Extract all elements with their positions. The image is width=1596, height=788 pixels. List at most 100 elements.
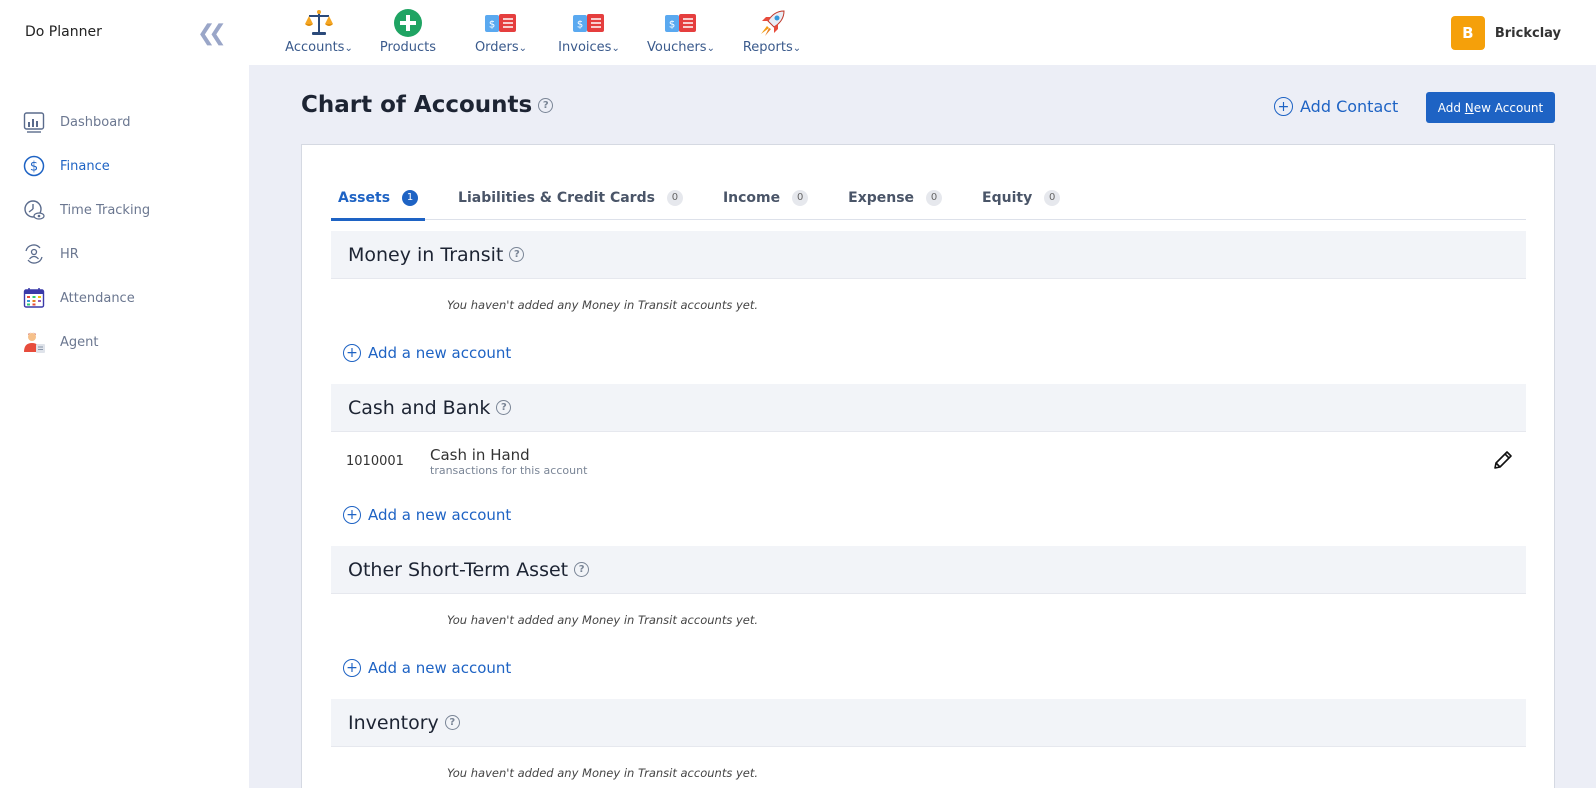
- account-name: Cash in Hand: [430, 445, 530, 464]
- section-title: Inventory: [348, 711, 439, 734]
- sidebar-item-label: Time Tracking: [60, 202, 151, 218]
- scales-icon: [303, 8, 335, 38]
- topnav-accounts[interactable]: Accounts⌄: [279, 0, 359, 65]
- account-subtext: transactions for this account: [430, 463, 588, 477]
- app-title: Do Planner: [25, 24, 102, 40]
- accounts-card: Assets 1 Liabilities & Credit Cards 0 In…: [301, 144, 1555, 788]
- chevron-down-icon: ⌄: [344, 43, 353, 54]
- add-account-link[interactable]: + Add a new account: [343, 344, 1526, 362]
- account-tabs: Assets 1 Liabilities & Credit Cards 0 In…: [331, 175, 1526, 221]
- section-title: Money in Transit: [348, 243, 504, 266]
- tab-assets[interactable]: Assets 1: [331, 175, 426, 221]
- agent-person-icon: [22, 330, 46, 354]
- section-money-in-transit: Money in Transit ? You haven't added any…: [331, 231, 1526, 362]
- account-info: Cash in Hand transactions for this accou…: [430, 446, 587, 477]
- topnav-label: Reports: [742, 40, 793, 55]
- tab-label: Income: [722, 189, 781, 206]
- sidebar-item-label: Finance: [60, 158, 110, 174]
- count-badge: 0: [792, 189, 809, 206]
- dashboard-chart-icon: [22, 110, 46, 134]
- topnav-invoices[interactable]: $ Invoices⌄: [545, 0, 633, 65]
- add-account-label: Add a new account: [368, 344, 512, 362]
- avatar: B: [1450, 16, 1485, 50]
- add-account-label: Add a new account: [368, 506, 512, 524]
- user-name: Brickclay: [1494, 25, 1561, 41]
- plus-circle-icon: +: [343, 659, 361, 677]
- rocket-icon: [756, 8, 788, 38]
- section-header: Cash and Bank ?: [331, 384, 1526, 432]
- sidebar: Do Planner ❮❮ Dashboard $ Finance Time T…: [0, 0, 249, 788]
- plus-circle-icon: +: [343, 506, 361, 524]
- account-row[interactable]: 1010001 Cash in Hand transactions for th…: [331, 432, 1526, 490]
- sidebar-item-agent[interactable]: Agent: [22, 320, 150, 364]
- receipt-icon: $: [665, 8, 697, 38]
- svg-text:$: $: [489, 20, 495, 31]
- empty-message: You haven't added any Money in Transit a…: [447, 613, 759, 627]
- add-contact-button[interactable]: + Add Contact: [1274, 97, 1398, 116]
- sidebar-item-time-tracking[interactable]: Time Tracking: [22, 188, 150, 232]
- section-header: Inventory ?: [331, 699, 1526, 747]
- top-nav: Accounts⌄ Products $ Orders⌄ $ Invoices⌄…: [279, 0, 815, 65]
- sidebar-item-label: HR: [60, 246, 79, 262]
- account-code: 1010001: [346, 453, 404, 469]
- help-icon[interactable]: ?: [574, 562, 590, 577]
- sidebar-item-hr[interactable]: HR: [22, 232, 150, 276]
- tab-label: Liabilities & Credit Cards: [458, 189, 655, 206]
- topnav-vouchers[interactable]: $ Vouchers⌄: [633, 0, 729, 65]
- sidebar-item-finance[interactable]: $ Finance: [22, 144, 150, 188]
- topnav-orders[interactable]: $ Orders⌄: [457, 0, 545, 65]
- sidebar-item-dashboard[interactable]: Dashboard: [22, 100, 150, 144]
- chevron-down-icon: ⌄: [792, 43, 802, 54]
- svg-text:$: $: [669, 20, 675, 31]
- chevron-down-icon: ⌄: [611, 43, 620, 54]
- tab-expense[interactable]: Expense 0: [841, 175, 949, 220]
- help-icon[interactable]: ?: [444, 715, 460, 730]
- top-bar: Accounts⌄ Products $ Orders⌄ $ Invoices⌄…: [249, 0, 1596, 65]
- section-inventory: Inventory ? You haven't added any Money …: [331, 699, 1526, 780]
- tab-income[interactable]: Income 0: [716, 175, 815, 220]
- receipt-icon: $: [573, 8, 605, 38]
- add-contact-label: Add Contact: [1300, 97, 1399, 116]
- section-header: Money in Transit ?: [331, 231, 1526, 279]
- user-menu[interactable]: B Brickclay: [1450, 16, 1561, 50]
- chevron-down-icon: ⌄: [706, 43, 715, 54]
- help-icon[interactable]: ?: [496, 400, 512, 415]
- topnav-products[interactable]: Products: [359, 0, 457, 65]
- topnav-reports[interactable]: Reports⌄: [729, 0, 815, 65]
- empty-message: You haven't added any Money in Transit a…: [447, 298, 759, 312]
- empty-message: You haven't added any Money in Transit a…: [447, 766, 759, 780]
- count-badge: 0: [1044, 189, 1061, 206]
- help-icon[interactable]: ?: [538, 97, 554, 113]
- tab-label: Expense: [848, 189, 915, 206]
- add-account-link[interactable]: + Add a new account: [343, 659, 1526, 677]
- add-new-account-button[interactable]: Add New Account: [1426, 92, 1555, 123]
- plus-circle-icon: +: [343, 344, 361, 362]
- pencil-edit-icon[interactable]: [1492, 449, 1514, 475]
- page-title: Chart of Accounts ?: [301, 92, 554, 118]
- topnav-label: Products: [379, 40, 437, 55]
- tab-liabilities[interactable]: Liabilities & Credit Cards 0: [451, 175, 690, 220]
- time-tracking-icon: [22, 198, 46, 222]
- svg-text:$: $: [30, 160, 38, 175]
- svg-text:$: $: [577, 20, 583, 31]
- sidebar-nav: Dashboard $ Finance Time Tracking HR Att…: [22, 100, 150, 364]
- sidebar-item-label: Agent: [60, 334, 99, 350]
- collapse-sidebar-icon[interactable]: ❮❮: [197, 21, 227, 46]
- hr-people-icon: [22, 242, 46, 266]
- tab-equity[interactable]: Equity 0: [975, 175, 1067, 220]
- topnav-label: Orders: [474, 40, 519, 55]
- topnav-label: Vouchers: [647, 40, 707, 55]
- plus-circle-icon: +: [1274, 97, 1293, 116]
- tab-label: Assets: [338, 189, 391, 206]
- plus-circle-icon: [392, 8, 424, 38]
- section-cash-and-bank: Cash and Bank ? 1010001 Cash in Hand tra…: [331, 384, 1526, 524]
- help-icon[interactable]: ?: [509, 247, 525, 262]
- add-account-link[interactable]: + Add a new account: [343, 506, 1526, 524]
- sidebar-item-attendance[interactable]: Attendance: [22, 276, 150, 320]
- dollar-circle-icon: $: [22, 154, 46, 178]
- sidebar-item-label: Dashboard: [60, 114, 131, 130]
- add-account-label: Add a new account: [368, 659, 512, 677]
- page-title-text: Chart of Accounts: [301, 92, 533, 118]
- section-other-short-term-asset: Other Short-Term Asset ? You haven't add…: [331, 546, 1526, 677]
- section-title: Cash and Bank: [348, 396, 491, 419]
